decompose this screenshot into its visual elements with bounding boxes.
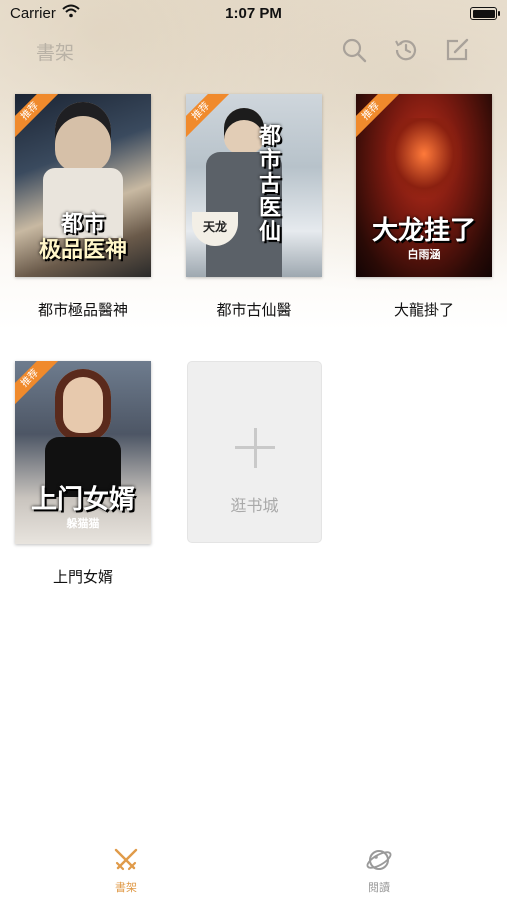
cover-caption: 天龙: [202, 220, 227, 234]
page-title: 書架: [36, 43, 75, 64]
status-bar: Carrier 1:07 PM: [0, 0, 507, 28]
recommend-ribbon: 推荐: [15, 361, 61, 409]
search-icon[interactable]: [340, 36, 368, 64]
browse-store-label: 逛书城: [230, 498, 279, 515]
tab-reading[interactable]: 閱讀: [339, 846, 419, 895]
cover-figure: [55, 369, 111, 441]
cover-title: 大龙挂了: [371, 215, 476, 245]
battery-icon: [470, 7, 500, 20]
cover-title: 极品医神: [38, 237, 127, 262]
book-title[interactable]: 都市古仙醫: [186, 299, 322, 320]
cover-dragon: [386, 118, 462, 198]
recommend-ribbon: 推荐: [15, 94, 61, 142]
cover-title: 上门女婿: [30, 484, 135, 514]
book-cover[interactable]: 推荐 大龙挂了 白雨涵: [356, 94, 492, 277]
book-title[interactable]: 大龍掛了: [356, 299, 492, 320]
book-cover[interactable]: 推荐 天龙 都市古医仙: [186, 94, 322, 277]
planet-icon: [366, 850, 392, 870]
clock-time: 1:07 PM: [225, 5, 282, 22]
swords-icon: [114, 848, 138, 871]
history-icon[interactable]: [392, 36, 420, 64]
tab-bookshelf[interactable]: 書架: [86, 846, 166, 895]
book-title[interactable]: 都市極品醫神: [15, 299, 151, 320]
plus-icon: [235, 446, 275, 449]
tab-label: 書架: [115, 882, 137, 894]
edit-icon[interactable]: [443, 36, 471, 64]
book-title[interactable]: 上門女婿: [15, 566, 151, 587]
browse-store-button[interactable]: 逛书城: [187, 361, 322, 543]
cover-figure: [55, 102, 111, 172]
cover-author: 躲猫猫: [66, 518, 100, 530]
book-cover[interactable]: 推荐 都市 极品医神: [15, 94, 151, 277]
tab-bar: 書架 閱讀: [0, 840, 507, 900]
tab-label: 閱讀: [368, 882, 390, 894]
book-cover[interactable]: 推荐 上门女婿 躲猫猫: [15, 361, 151, 544]
cover-title: 都市古医仙: [258, 123, 281, 244]
cover-author: 白雨涵: [407, 249, 441, 261]
